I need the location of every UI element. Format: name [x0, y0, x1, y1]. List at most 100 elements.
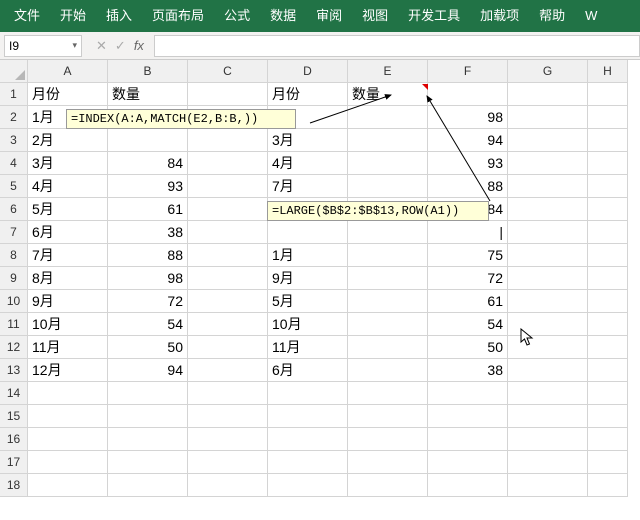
cell-H18[interactable]: [588, 474, 628, 497]
cell-G16[interactable]: [508, 428, 588, 451]
cell-D5[interactable]: 7月: [268, 175, 348, 198]
cell-D11[interactable]: 10月: [268, 313, 348, 336]
cell-D14[interactable]: [268, 382, 348, 405]
cell-B8[interactable]: 88: [108, 244, 188, 267]
cell-A16[interactable]: [28, 428, 108, 451]
cell-A6[interactable]: 5月: [28, 198, 108, 221]
row-header-15[interactable]: 15: [0, 405, 28, 428]
cell-C15[interactable]: [188, 405, 268, 428]
col-header-F[interactable]: F: [428, 60, 508, 83]
cell-B18[interactable]: [108, 474, 188, 497]
row-header-2[interactable]: 2: [0, 106, 28, 129]
row-header-11[interactable]: 11: [0, 313, 28, 336]
cell-C12[interactable]: [188, 336, 268, 359]
cell-C9[interactable]: [188, 267, 268, 290]
ribbon-tab-帮助[interactable]: 帮助: [529, 0, 575, 32]
col-header-G[interactable]: G: [508, 60, 588, 83]
cell-C1[interactable]: [188, 83, 268, 106]
cell-A9[interactable]: 8月: [28, 267, 108, 290]
cell-G11[interactable]: [508, 313, 588, 336]
cell-A12[interactable]: 11月: [28, 336, 108, 359]
cell-G5[interactable]: [508, 175, 588, 198]
row-header-1[interactable]: 1: [0, 83, 28, 106]
cell-E7[interactable]: [348, 221, 428, 244]
cell-E8[interactable]: [348, 244, 428, 267]
cell-D3[interactable]: 3月: [268, 129, 348, 152]
cell-F12[interactable]: 50: [428, 336, 508, 359]
cell-C13[interactable]: [188, 359, 268, 382]
cell-F4[interactable]: 93: [428, 152, 508, 175]
cell-B6[interactable]: 61: [108, 198, 188, 221]
cell-C17[interactable]: [188, 451, 268, 474]
cell-A13[interactable]: 12月: [28, 359, 108, 382]
cell-G12[interactable]: [508, 336, 588, 359]
cell-B15[interactable]: [108, 405, 188, 428]
formula-input[interactable]: [154, 35, 640, 57]
cell-C14[interactable]: [188, 382, 268, 405]
cell-G7[interactable]: [508, 221, 588, 244]
cell-B14[interactable]: [108, 382, 188, 405]
cell-G13[interactable]: [508, 359, 588, 382]
cell-F17[interactable]: [428, 451, 508, 474]
cell-H6[interactable]: [588, 198, 628, 221]
row-header-18[interactable]: 18: [0, 474, 28, 497]
cell-E2[interactable]: [348, 106, 428, 129]
cell-A17[interactable]: [28, 451, 108, 474]
col-header-C[interactable]: C: [188, 60, 268, 83]
cell-D1[interactable]: 月份: [268, 83, 348, 106]
cell-H7[interactable]: [588, 221, 628, 244]
cell-B3[interactable]: [108, 129, 188, 152]
cell-D15[interactable]: [268, 405, 348, 428]
cell-E10[interactable]: [348, 290, 428, 313]
cell-B5[interactable]: 93: [108, 175, 188, 198]
cell-D17[interactable]: [268, 451, 348, 474]
cell-C3[interactable]: [188, 129, 268, 152]
cell-C5[interactable]: [188, 175, 268, 198]
cell-G1[interactable]: [508, 83, 588, 106]
row-header-7[interactable]: 7: [0, 221, 28, 244]
cell-F18[interactable]: [428, 474, 508, 497]
cell-H1[interactable]: [588, 83, 628, 106]
cell-H17[interactable]: [588, 451, 628, 474]
cell-F3[interactable]: 94: [428, 129, 508, 152]
ribbon-tab-W[interactable]: W: [575, 0, 607, 32]
cell-H12[interactable]: [588, 336, 628, 359]
cell-H10[interactable]: [588, 290, 628, 313]
row-header-6[interactable]: 6: [0, 198, 28, 221]
cell-A18[interactable]: [28, 474, 108, 497]
row-header-9[interactable]: 9: [0, 267, 28, 290]
ribbon-tab-插入[interactable]: 插入: [96, 0, 142, 32]
cell-E12[interactable]: [348, 336, 428, 359]
confirm-icon[interactable]: ✓: [115, 38, 126, 54]
cell-D12[interactable]: 11月: [268, 336, 348, 359]
cell-A11[interactable]: 10月: [28, 313, 108, 336]
col-header-H[interactable]: H: [588, 60, 628, 83]
cell-H15[interactable]: [588, 405, 628, 428]
cell-C18[interactable]: [188, 474, 268, 497]
row-header-3[interactable]: 3: [0, 129, 28, 152]
cell-C10[interactable]: [188, 290, 268, 313]
cell-H14[interactable]: [588, 382, 628, 405]
cell-B11[interactable]: 54: [108, 313, 188, 336]
cell-D10[interactable]: 5月: [268, 290, 348, 313]
cell-E9[interactable]: [348, 267, 428, 290]
cell-D13[interactable]: 6月: [268, 359, 348, 382]
ribbon-tab-文件[interactable]: 文件: [4, 0, 50, 32]
cell-E4[interactable]: [348, 152, 428, 175]
cell-A10[interactable]: 9月: [28, 290, 108, 313]
row-header-12[interactable]: 12: [0, 336, 28, 359]
cell-F2[interactable]: 98: [428, 106, 508, 129]
row-header-13[interactable]: 13: [0, 359, 28, 382]
ribbon-tab-页面布局[interactable]: 页面布局: [142, 0, 214, 32]
ribbon-tab-数据[interactable]: 数据: [260, 0, 306, 32]
cell-C6[interactable]: [188, 198, 268, 221]
col-header-D[interactable]: D: [268, 60, 348, 83]
col-header-B[interactable]: B: [108, 60, 188, 83]
cell-A7[interactable]: 6月: [28, 221, 108, 244]
cell-G8[interactable]: [508, 244, 588, 267]
row-header-16[interactable]: 16: [0, 428, 28, 451]
cell-G15[interactable]: [508, 405, 588, 428]
cell-G10[interactable]: [508, 290, 588, 313]
cell-D4[interactable]: 4月: [268, 152, 348, 175]
cancel-icon[interactable]: ✕: [96, 38, 107, 54]
